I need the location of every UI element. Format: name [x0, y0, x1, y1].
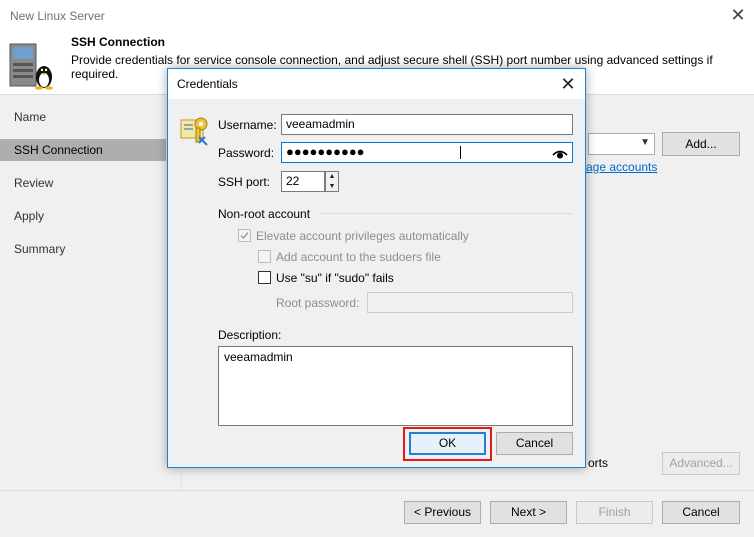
linux-server-icon: [8, 42, 54, 90]
add-to-sudoers-label: Add account to the sudoers file: [276, 250, 441, 264]
section-divider: [321, 213, 573, 214]
window-title: New Linux Server: [10, 9, 105, 23]
elevate-privileges-label: Elevate account privileges automatically: [256, 229, 469, 243]
step-ssh-connection[interactable]: SSH Connection: [0, 139, 166, 161]
password-mask: ●●●●●●●●●●: [286, 144, 365, 159]
footer-divider: [0, 490, 754, 491]
dialog-cancel-button[interactable]: Cancel: [496, 432, 573, 455]
chevron-down-icon: ▼: [640, 137, 650, 148]
password-field[interactable]: ●●●●●●●●●●: [281, 142, 573, 163]
dialog-title: Credentials: [177, 77, 238, 91]
step-name[interactable]: Name: [0, 106, 166, 128]
finish-button[interactable]: Finish: [576, 501, 653, 524]
credentials-dropdown[interactable]: ▼: [588, 133, 655, 155]
username-label: Username:: [218, 118, 277, 132]
cancel-button[interactable]: Cancel: [662, 501, 740, 524]
root-password-field[interactable]: [367, 292, 573, 313]
credentials-dialog: Credentials ✕ Username: veeamadmin Passw…: [167, 68, 586, 468]
ssh-port-field[interactable]: 22: [281, 171, 325, 192]
ssh-port-label: SSH port:: [218, 175, 271, 189]
elevate-privileges-checkbox[interactable]: [238, 229, 251, 242]
window-titlebar: [0, 0, 754, 32]
spin-up-icon[interactable]: ▲: [326, 172, 338, 181]
description-label: Description:: [218, 328, 282, 342]
ssh-port-stepper[interactable]: ▲ ▼: [325, 171, 339, 192]
close-icon[interactable]: ✕: [726, 3, 750, 27]
text-caret: [460, 146, 461, 159]
nonroot-section-label: Non-root account: [218, 207, 311, 221]
add-credentials-button[interactable]: Add...: [662, 132, 740, 156]
step-summary[interactable]: Summary: [0, 238, 166, 260]
root-password-label: Root password:: [276, 296, 360, 310]
next-button[interactable]: Next >: [490, 501, 567, 524]
step-review[interactable]: Review: [0, 172, 166, 194]
username-field[interactable]: veeamadmin: [281, 114, 573, 135]
credentials-key-icon: [179, 112, 213, 146]
step-apply[interactable]: Apply: [0, 205, 166, 227]
ok-button[interactable]: OK: [409, 432, 486, 455]
use-su-label: Use "su" if "sudo" fails: [276, 271, 394, 285]
advanced-button[interactable]: Advanced...: [662, 452, 740, 475]
page-title: SSH Connection: [71, 35, 166, 49]
spin-down-icon[interactable]: ▼: [326, 182, 338, 191]
manage-accounts-link[interactable]: age accounts: [586, 160, 657, 174]
use-su-checkbox[interactable]: [258, 271, 271, 284]
dialog-close-icon[interactable]: ✕: [555, 71, 581, 97]
password-label: Password:: [218, 146, 275, 160]
add-to-sudoers-checkbox[interactable]: [258, 250, 271, 263]
ports-text: orts: [588, 456, 609, 470]
show-password-eye-icon[interactable]: [552, 147, 568, 159]
description-textarea[interactable]: veeamadmin: [218, 346, 573, 426]
previous-button[interactable]: < Previous: [404, 501, 481, 524]
